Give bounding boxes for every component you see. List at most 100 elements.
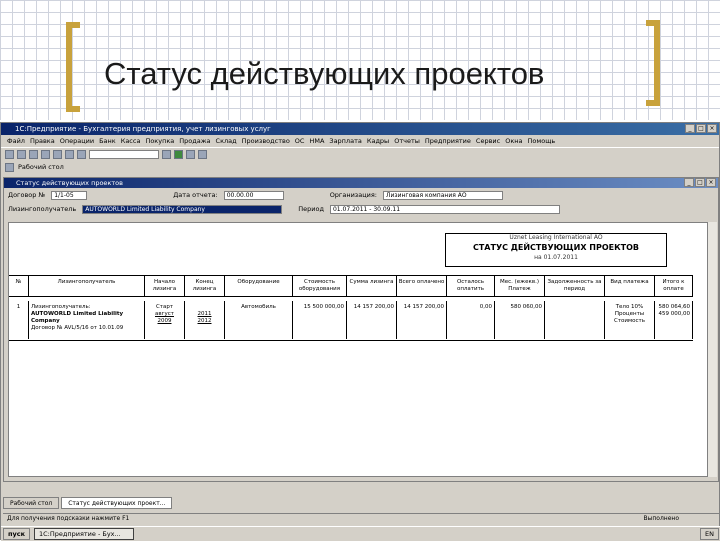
column-header: Сумма лизинга [347, 276, 397, 296]
filter-row-1: Договор № 1/1-05 Дата отчета: 00.00.00 О… [4, 188, 718, 202]
start-top: Старт [155, 304, 174, 310]
column-header: Задолженность за период [545, 276, 605, 296]
contract-field[interactable]: 1/1-05 [51, 190, 88, 200]
desktop-label[interactable]: Рабочий стол [18, 163, 64, 171]
minimize-button[interactable]: _ [685, 124, 695, 133]
report-header-box: Uznet Leasing International AO СТАТУС ДЕ… [445, 233, 667, 267]
date-label: Дата отчета: [173, 191, 218, 199]
menu-item[interactable]: Помощь [527, 135, 555, 147]
org-label: Организация: [329, 191, 377, 199]
end-month: 2011 [197, 311, 212, 317]
menu-item[interactable]: Касса [121, 135, 141, 147]
calendar-icon[interactable] [186, 150, 195, 159]
main-toolbar [1, 147, 719, 161]
menu-item[interactable]: Сервис [476, 135, 500, 147]
menu-item[interactable]: Кадры [367, 135, 389, 147]
calc-icon[interactable] [174, 150, 183, 159]
report-close-button[interactable]: × [706, 178, 716, 187]
desktop-icon [5, 162, 14, 172]
window-tabs: Рабочий стол Статус действующих проект... [3, 497, 719, 511]
report-window: Статус действующих проектов _ □ × Догово… [3, 177, 719, 482]
lessee-label: Лизингополучатель [8, 205, 77, 213]
period-label: Период [298, 205, 324, 213]
date-field[interactable]: 00.00.00 [223, 190, 284, 200]
column-header: Мес. (ежекв.) Платеж [495, 276, 545, 296]
app-title: 1С:Предприятие - Бухгалтерия предприятия… [15, 125, 271, 133]
menu-item[interactable]: Предприятие [425, 135, 471, 147]
report-minimize-button[interactable]: _ [684, 178, 694, 187]
report-maximize-button[interactable]: □ [695, 178, 705, 187]
column-header: Лизингополучатель [29, 276, 145, 296]
help-icon[interactable] [198, 150, 207, 159]
cell-paid: 14 157 200,00 [397, 301, 447, 339]
menu-item[interactable]: Окна [505, 135, 522, 147]
status-text: Для получения подсказки нажмите F1 [7, 515, 130, 522]
slide-title: Статус действующих проектов [104, 56, 545, 91]
menu-item[interactable]: НМА [309, 135, 324, 147]
column-header: Вид платежа [605, 276, 655, 296]
table-header: № Лизингополучатель Начало лизинга Конец ли… [9, 275, 693, 297]
save-icon[interactable] [29, 150, 38, 159]
tray-lang[interactable]: EN [700, 528, 719, 540]
open-icon[interactable] [17, 150, 26, 159]
status-right: Выполнено [643, 515, 680, 522]
org-field[interactable]: Лизинговая компания АО [383, 190, 503, 200]
cut-icon[interactable] [53, 150, 62, 159]
start-month: август [155, 311, 174, 317]
find-icon[interactable] [162, 150, 171, 159]
contract-label: Договор № [8, 191, 46, 199]
start-year: 2009 [157, 318, 172, 324]
period-field[interactable]: 01.07.2011 - 30.09.11 [329, 204, 560, 214]
report-org: Uznet Leasing International AO [509, 234, 603, 241]
menu-item[interactable]: Склад [216, 135, 237, 147]
cell-start: Старт август 2009 [145, 301, 185, 339]
title-bracket-left [66, 22, 80, 112]
column-header: Стоимость оборудования [293, 276, 347, 296]
cell-equipment: Автомобиль [225, 301, 293, 339]
filter-row-2: Лизингополучатель AUTOWORLD Limited Liab… [4, 202, 718, 216]
report-window-title: Статус действующих проектов [16, 179, 123, 187]
secondary-toolbar: Рабочий стол [1, 161, 719, 173]
start-button[interactable]: пуск [3, 528, 30, 540]
menu-item[interactable]: ОС [295, 135, 305, 147]
vertical-scrollbar[interactable] [707, 222, 717, 477]
menu-item[interactable]: Операции [60, 135, 94, 147]
column-header: Всего оплачено [397, 276, 447, 296]
lessee-field[interactable]: AUTOWORLD Limited Liability Company [82, 204, 283, 214]
table-row[interactable]: 1 Лизингополучатель: AUTOWORLD Limited L… [9, 301, 693, 341]
menu-item[interactable]: Продажа [179, 135, 210, 147]
menu-item[interactable]: Правка [30, 135, 55, 147]
toolbar-select[interactable] [89, 150, 159, 159]
print-icon[interactable] [41, 150, 50, 159]
window-tab[interactable]: Рабочий стол [3, 497, 60, 509]
maximize-button[interactable]: □ [696, 124, 706, 133]
cell-debt [545, 301, 605, 339]
column-header: Оборудование [225, 276, 293, 296]
report-sheet: Uznet Leasing International AO СТАТУС ДЕ… [8, 222, 708, 477]
menu-item[interactable]: Банк [99, 135, 116, 147]
app-titlebar: 1С:Предприятие - Бухгалтерия предприятия… [1, 123, 719, 135]
menu-item[interactable]: Отчеты [394, 135, 420, 147]
cell-num: 1 [9, 301, 29, 339]
close-button[interactable]: × [707, 124, 717, 133]
window-tab[interactable]: Статус действующих проект... [61, 497, 173, 509]
column-header: Начало лизинга [145, 276, 185, 296]
cell-left: 0,00 [447, 301, 495, 339]
column-header: Осталось оплатить [447, 276, 495, 296]
lessee-line-2: AUTOWORLD Limited Liability Company [31, 311, 124, 324]
menu-item[interactable]: Покупка [145, 135, 174, 147]
paste-icon[interactable] [77, 150, 86, 159]
end-year: 2012 [197, 318, 212, 324]
cell-total: 580 064,60 459 000,00 [655, 301, 693, 339]
menu-bar: Файл Правка Операции Банк Касса Покупка Продаж… [1, 135, 719, 147]
total-2: 459 000,00 [658, 311, 691, 317]
menu-item[interactable]: Производство [242, 135, 290, 147]
taskbar-task[interactable]: 1С:Предприятие - Бух... [34, 528, 134, 540]
app-window: 1С:Предприятие - Бухгалтерия предприятия… [0, 122, 720, 541]
menu-item[interactable]: Зарплата [329, 135, 361, 147]
cell-monthly: 580 060,00 [495, 301, 545, 339]
new-icon[interactable] [5, 150, 14, 159]
menu-item[interactable]: Файл [7, 135, 25, 147]
copy-icon[interactable] [65, 150, 74, 159]
cell-lease-sum: 14 157 200,00 [347, 301, 397, 339]
